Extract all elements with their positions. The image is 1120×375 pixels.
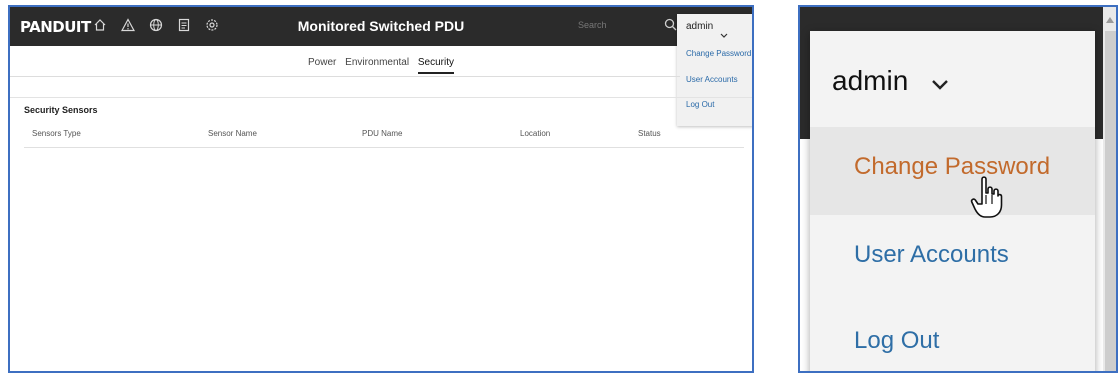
chevron-down-icon[interactable] [931,77,949,95]
username-label: admin [686,21,714,32]
zoom-username-label[interactable]: admin [832,65,908,97]
zoom-menu-item-change-password[interactable]: Change Password [854,153,1050,181]
pdu-screenshot-panel: PANDUIT Monitored Switched PDU Search ad… [8,5,754,373]
zoom-menu-item-user-accounts[interactable]: User Accounts [854,241,1009,269]
top-bar: PANDUIT Monitored Switched PDU Search [10,7,752,46]
user-dropdown: admin Change Password User Accounts Log … [677,14,752,126]
column-location[interactable]: Location [520,129,550,138]
chevron-down-icon [720,25,728,43]
search-input[interactable]: Search [578,20,607,30]
tab-power[interactable]: Power [308,57,336,68]
tab-environmental[interactable]: Environmental [345,57,409,68]
zoom-user-dropdown: admin Change Password User Accounts Log … [810,31,1095,371]
tab-bar: Power Environmental Security [10,57,752,74]
search-icon[interactable] [664,18,677,36]
column-status[interactable]: Status [638,129,661,138]
app-title: Monitored Switched PDU [297,18,465,34]
hand-cursor-icon [970,175,1004,224]
section-title: Security Sensors [24,105,98,115]
zoom-menu-item-log-out[interactable]: Log Out [854,327,939,355]
menu-item-user-accounts[interactable]: User Accounts [686,75,738,84]
table-divider [24,147,744,148]
column-sensors-type[interactable]: Sensors Type [32,129,81,138]
user-menu-toggle[interactable]: admin [677,14,752,43]
menu-item-log-out[interactable]: Log Out [686,100,714,109]
scrollbar-thumb[interactable] [1105,31,1116,371]
column-pdu-name[interactable]: PDU Name [362,129,402,138]
tab-security[interactable]: Security [417,57,454,74]
column-sensor-name[interactable]: Sensor Name [208,129,257,138]
scroll-up-icon[interactable] [1106,17,1114,23]
zoom-panel: admin admin Change Password User Account… [798,5,1118,373]
section-divider [10,97,752,98]
scrollbar[interactable] [1103,7,1116,371]
tab-divider [10,76,680,77]
